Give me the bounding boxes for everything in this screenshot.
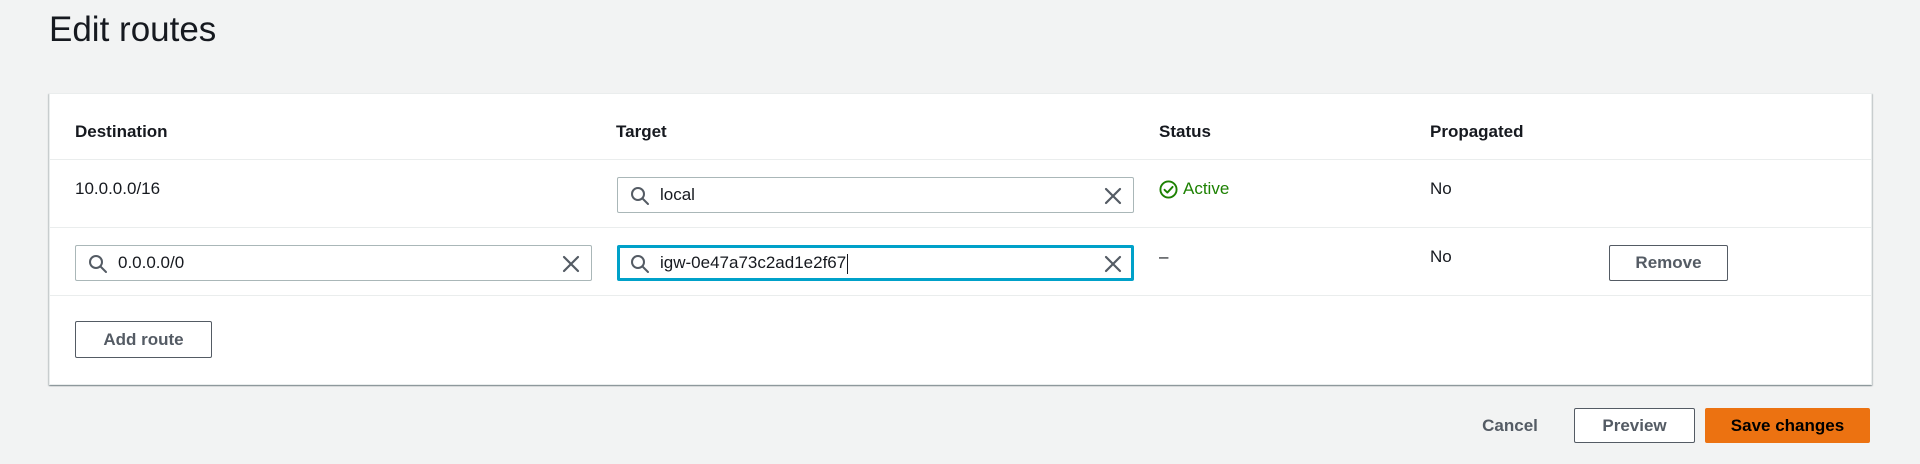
target-input[interactable]: local <box>617 177 1134 213</box>
status-label: Active <box>1183 179 1230 198</box>
status-badge: Active <box>1159 179 1229 199</box>
propagated-cell: No <box>1430 247 1452 266</box>
search-icon <box>631 255 649 273</box>
close-icon[interactable] <box>1103 186 1123 206</box>
destination-input-value: 0.0.0.0/0 <box>118 253 185 272</box>
row-divider <box>50 227 1871 228</box>
page-title: Edit routes <box>49 10 217 49</box>
destination-input[interactable]: 0.0.0.0/0 <box>75 245 592 281</box>
target-input[interactable]: igw-0e47a73c2ad1e2f67 <box>617 245 1134 281</box>
row-divider <box>50 295 1871 296</box>
check-circle-icon <box>1159 179 1178 199</box>
search-icon <box>89 255 107 273</box>
column-header-destination: Destination <box>75 122 168 141</box>
close-icon[interactable] <box>1103 254 1123 274</box>
search-icon <box>631 187 649 205</box>
routes-table-container: Destination Target Status Propagated 10.… <box>49 93 1872 385</box>
column-header-propagated: Propagated <box>1430 122 1524 141</box>
status-cell: – <box>1159 247 1169 266</box>
propagated-cell: No <box>1430 179 1452 198</box>
cancel-button[interactable]: Cancel <box>1467 409 1553 443</box>
text-caret <box>847 253 849 274</box>
column-header-target: Target <box>616 122 667 141</box>
add-route-button[interactable]: Add route <box>75 321 212 358</box>
target-input-value: igw-0e47a73c2ad1e2f67 <box>660 253 847 272</box>
column-header-status: Status <box>1159 122 1211 141</box>
destination-cell: 10.0.0.0/16 <box>75 179 161 198</box>
remove-route-button[interactable]: Remove <box>1609 245 1728 281</box>
close-icon[interactable] <box>561 254 581 274</box>
target-input-value: local <box>660 185 695 204</box>
save-changes-button[interactable]: Save changes <box>1705 408 1870 443</box>
preview-button[interactable]: Preview <box>1574 408 1695 443</box>
header-divider <box>50 159 1871 160</box>
